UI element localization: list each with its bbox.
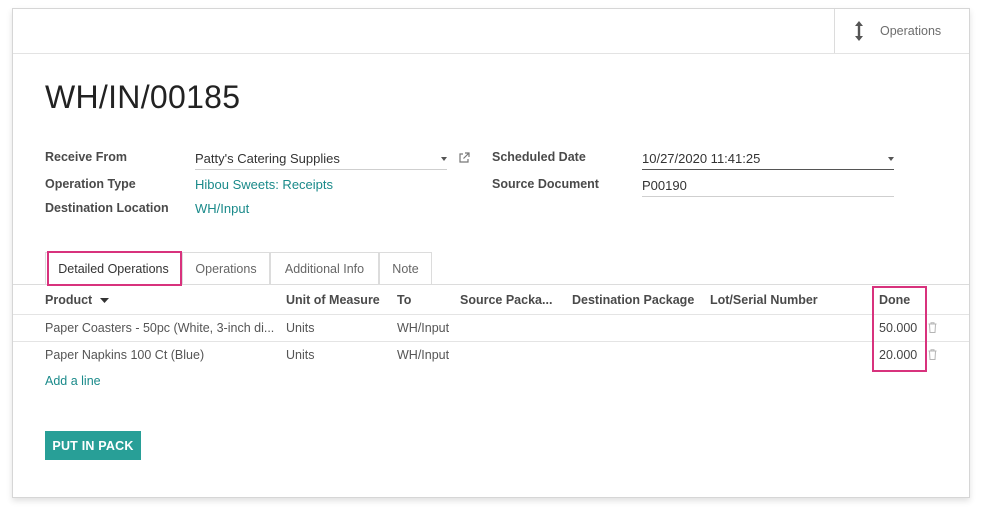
put-in-pack-button[interactable]: PUT IN PACK [45,431,141,460]
scheduled-date-underline [642,169,894,170]
receive-from-dropdown-caret[interactable] [441,157,447,161]
operations-smart-button-label: Operations [880,24,942,38]
destination-location-link[interactable]: WH/Input [195,201,249,216]
column-header-destination-package[interactable]: Destination Package [572,293,694,307]
to-cell: WH/Input [397,348,450,362]
scheduled-date-dropdown-caret[interactable] [888,157,894,161]
tab-note[interactable]: Note [379,252,432,284]
column-header-done[interactable]: Done [879,293,910,307]
scheduled-date-input[interactable]: 10/27/2020 11:41:25 [642,151,760,166]
sort-down-icon [99,297,109,303]
to-cell: WH/Input [397,321,450,335]
done-cell: 50.000 [879,321,918,335]
column-header-source-package[interactable]: Source Packa... [460,293,552,307]
tab-label: Detailed Operations [58,261,169,276]
receive-from-underline [195,169,447,170]
operation-type-link[interactable]: Hibou Sweets: Receipts [195,177,333,192]
external-link-icon[interactable] [458,152,470,164]
tab-detailed-operations[interactable]: Detailed Operations [45,252,182,284]
tab-additional-info[interactable]: Additional Info [270,252,379,284]
receive-from-input[interactable]: Patty's Catering Supplies [195,151,340,166]
row-divider [13,341,969,342]
source-document-label: Source Document [492,177,599,191]
trash-icon[interactable] [928,349,937,360]
receive-from-label: Receive From [45,150,127,164]
product-cell: Paper Napkins 100 Ct (Blue) [45,348,205,362]
uom-cell: Units [286,321,315,335]
column-header-product[interactable]: Product [45,293,109,307]
tabs-divider [13,284,969,285]
column-header-to[interactable]: To [397,293,411,307]
scheduled-date-label: Scheduled Date [492,150,586,164]
column-header-lot-serial-number[interactable]: Lot/Serial Number [710,293,818,307]
column-header-label: Product [45,293,93,307]
product-cell: Paper Coasters - 50pc (White, 3-inch di.… [45,321,275,335]
operations-smart-button[interactable]: Operations [834,9,969,53]
button-box: Operations [13,9,969,54]
tab-operations[interactable]: Operations [182,252,270,284]
destination-location-label: Destination Location [45,201,169,215]
add-a-line-link[interactable]: Add a line [45,374,101,388]
trash-icon[interactable] [928,322,937,333]
uom-cell: Units [286,348,315,362]
tab-label: Note [392,261,419,276]
source-document-input[interactable]: P00190 [642,178,687,193]
form-sheet: Operations WH/IN/00185 Receive From Patt… [12,8,970,498]
tab-label: Operations [195,261,257,276]
source-document-underline [642,196,894,197]
page-title: WH/IN/00185 [45,79,241,115]
column-header-unit-of-measure[interactable]: Unit of Measure [286,293,380,307]
done-cell: 20.000 [879,348,918,362]
tab-label: Additional Info [284,261,365,276]
operation-type-label: Operation Type [45,177,136,191]
table-header-divider [13,314,969,315]
vertical-arrows-icon [855,21,863,41]
